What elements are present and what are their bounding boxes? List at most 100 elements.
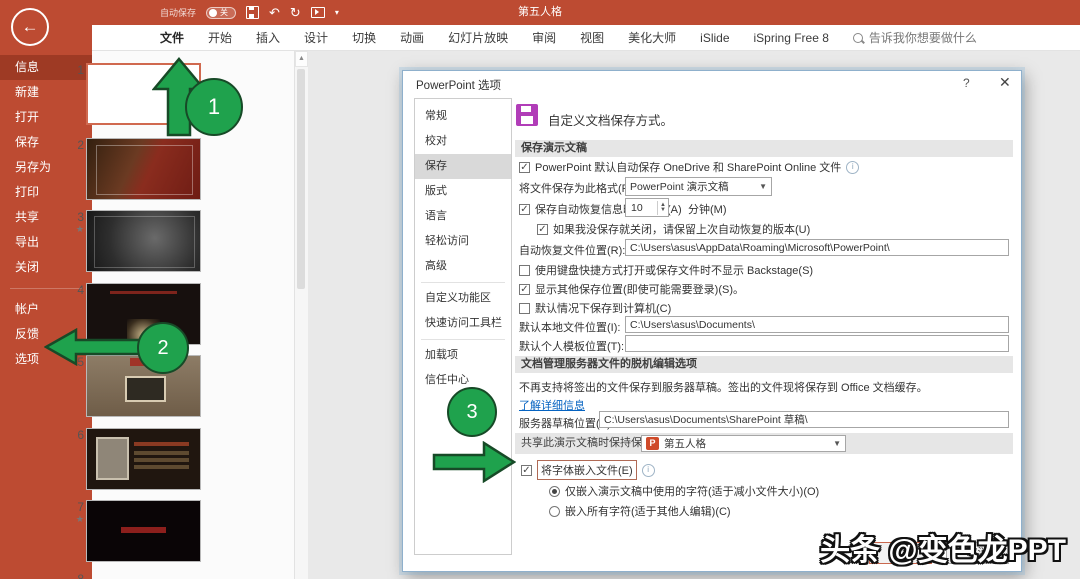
page-header: 自定义文档保存方式。	[548, 110, 673, 129]
save-icon[interactable]	[246, 6, 259, 19]
tab-review[interactable]: 审阅	[532, 29, 556, 46]
nav-proofing[interactable]: 校对	[415, 129, 511, 154]
nav-quick-access[interactable]: 快速访问工具栏	[415, 311, 511, 336]
nav-accessibility[interactable]: 轻松访问	[415, 229, 511, 254]
nav-language[interactable]: 语言	[415, 204, 511, 229]
template-location-field[interactable]	[625, 335, 1009, 352]
step2-number: 2	[157, 337, 168, 360]
slide-number: 7	[66, 500, 84, 514]
sidebar-item-close[interactable]: 关闭	[0, 255, 92, 280]
slide-number: 6	[66, 428, 84, 442]
local-location-field[interactable]	[625, 316, 1009, 333]
tab-home[interactable]: 开始	[208, 29, 232, 46]
autosave-onedrive-checkbox[interactable]	[519, 162, 530, 173]
nav-addins[interactable]: 加载项	[415, 343, 511, 368]
show-save-places-checkbox[interactable]	[519, 284, 530, 295]
slide-number: 8	[66, 572, 84, 579]
save-to-computer-checkbox[interactable]	[519, 303, 530, 314]
tab-view[interactable]: 视图	[580, 29, 604, 46]
sidebar-item-saveas[interactable]: 另存为	[0, 155, 92, 180]
autosave-label: 自动保存	[160, 6, 196, 19]
tell-me-search[interactable]: 告诉我你想要做什么	[853, 29, 977, 46]
redo-icon[interactable]: ↻	[290, 6, 301, 19]
slide-thumbnail-2[interactable]	[86, 138, 201, 200]
slide-thumbnail-7[interactable]	[86, 500, 201, 562]
server-drafts-field[interactable]	[599, 411, 1009, 428]
back-button[interactable]: ←	[11, 8, 49, 46]
fidelity-dropdown[interactable]: P 第五人格 ▼	[641, 435, 846, 452]
nav-layout[interactable]: 版式	[415, 179, 511, 204]
step1-number: 1	[208, 94, 220, 120]
sidebar-item-new[interactable]: 新建	[0, 80, 92, 105]
thumbnail-scrollbar[interactable]: ▲	[294, 51, 308, 579]
autorecover-checkbox[interactable]	[519, 204, 530, 215]
nav-divider	[421, 339, 505, 340]
sidebar-item-account[interactable]: 帐户	[0, 297, 92, 322]
autosave-state: 关	[220, 9, 228, 17]
tab-transitions[interactable]: 切换	[352, 29, 376, 46]
slide-animation-star: ★	[66, 224, 84, 235]
nav-save[interactable]: 保存	[415, 154, 511, 179]
sidebar-item-print[interactable]: 打印	[0, 180, 92, 205]
scrollbar-thumb[interactable]	[297, 69, 305, 289]
tab-slideshow[interactable]: 幻灯片放映	[448, 29, 508, 46]
tab-ispring[interactable]: iSpring Free 8	[754, 31, 829, 45]
step3-badge: 3	[447, 387, 497, 437]
spinner-icons[interactable]: ▲▼	[657, 201, 668, 215]
embed-fonts-checkbox[interactable]	[521, 465, 532, 476]
step3-arrow-right	[432, 441, 516, 483]
step2-badge: 2	[137, 322, 189, 374]
slide-thumbnail-6[interactable]	[86, 428, 201, 490]
toggle-knob-icon	[209, 9, 217, 17]
slide-number: 1	[66, 63, 84, 77]
save-options-icon	[516, 104, 538, 126]
embed-used-chars-radio[interactable]	[549, 486, 560, 497]
step1-badge: 1	[185, 78, 243, 136]
keep-last-autosave-checkbox[interactable]	[537, 224, 548, 235]
tab-animations[interactable]: 动画	[400, 29, 424, 46]
template-location-label: 默认个人模板位置(T):	[519, 338, 624, 354]
format-dropdown[interactable]: PowerPoint 演示文稿 ▼	[625, 177, 772, 196]
show-save-places-label: 显示其他保存位置(即使可能需要登录)(S)。	[535, 281, 744, 297]
dialog-nav: 常规 校对 保存 版式 语言 轻松访问 高级 自定义功能区 快速访问工具栏 加载…	[414, 98, 512, 555]
slide-animation-star: ★	[66, 514, 84, 525]
info-icon: i	[642, 464, 655, 477]
embed-all-chars-label: 嵌入所有字符(适于其他人编辑)(C)	[565, 503, 731, 519]
sidebar-item-open[interactable]: 打开	[0, 105, 92, 130]
no-backstage-label: 使用键盘快捷方式打开或保存文件时不显示 Backstage(S)	[535, 262, 813, 278]
backstage-sidebar: 信息 新建 打开 保存 另存为 打印 共享 导出 关闭 帐户 反馈 选项	[0, 25, 92, 579]
tab-design[interactable]: 设计	[304, 29, 328, 46]
offline-note: 不再支持将签出的文件保存到服务器草稿。签出的文件现将保存到 Office 文档缓…	[519, 379, 928, 395]
chevron-down-icon: ▼	[759, 182, 767, 191]
chevron-down-icon: ▼	[833, 439, 841, 448]
tab-meihua-dashi[interactable]: 美化大师	[628, 29, 676, 46]
slide-number: 4	[66, 283, 84, 297]
autorecover-location-field[interactable]	[625, 239, 1009, 256]
nav-customize-ribbon[interactable]: 自定义功能区	[415, 286, 511, 311]
autorecover-minutes-stepper[interactable]: 10 ▲▼	[625, 198, 669, 217]
keep-last-autosave-label: 如果我没保存就关闭，请保留上次自动恢复的版本(U)	[553, 221, 810, 237]
autosave-toggle[interactable]: 关	[206, 7, 236, 19]
scroll-up-icon[interactable]: ▲	[295, 51, 308, 67]
section-save-presentations: 保存演示文稿	[515, 140, 1013, 157]
slide-thumbnail-3[interactable]	[86, 210, 201, 272]
embed-all-chars-radio[interactable]	[549, 506, 560, 517]
customize-qat-icon[interactable]: ▾	[335, 9, 339, 17]
tab-file[interactable]: 文件	[160, 29, 184, 46]
learn-more-link[interactable]: 了解详细信息	[519, 397, 585, 413]
slide-number: 2	[66, 138, 84, 152]
slide-number: 3	[66, 210, 84, 224]
start-slideshow-icon[interactable]	[311, 7, 325, 18]
undo-icon[interactable]: ↶	[269, 6, 280, 19]
dialog-close-icon[interactable]: ✕	[999, 74, 1011, 91]
tab-islide[interactable]: iSlide	[700, 31, 729, 45]
dialog-help-button[interactable]: ?	[963, 76, 970, 90]
nav-general[interactable]: 常规	[415, 104, 511, 129]
no-backstage-checkbox[interactable]	[519, 265, 530, 276]
step3-number: 3	[466, 401, 477, 424]
autorecover-location-label: 自动恢复文件位置(R):	[519, 242, 625, 258]
tab-insert[interactable]: 插入	[256, 29, 280, 46]
powerpoint-options-dialog: PowerPoint 选项 ? ✕ 常规 校对 保存 版式 语言 轻松访问 高级…	[402, 70, 1022, 572]
embed-fonts-label: 将字体嵌入文件(E)	[537, 460, 637, 480]
nav-advanced[interactable]: 高级	[415, 254, 511, 279]
